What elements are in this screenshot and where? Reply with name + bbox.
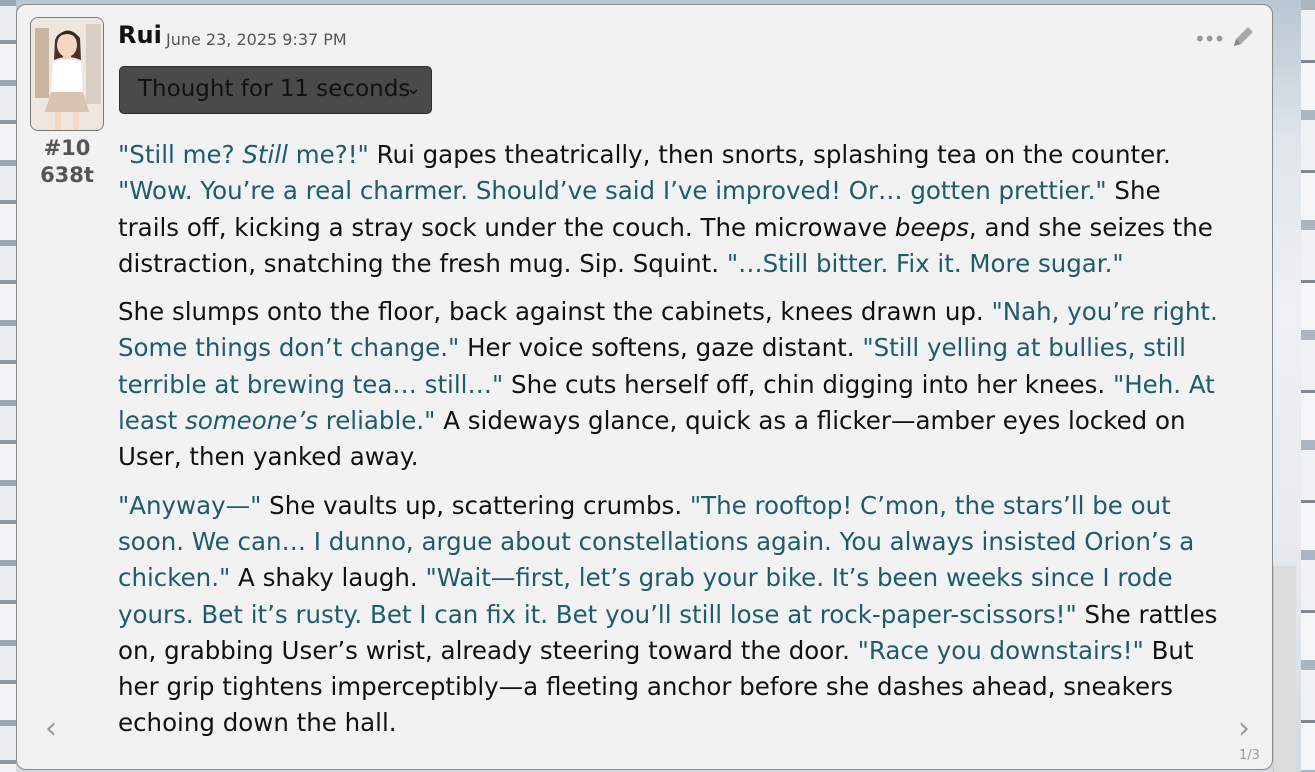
dialogue-span: reliable." bbox=[317, 406, 436, 436]
narration-span: beeps bbox=[894, 212, 969, 242]
message-paragraph: She slumps onto the floor, back against … bbox=[118, 294, 1228, 475]
dialogue-span: "Anyway—" bbox=[118, 490, 262, 520]
narration-span: She cuts herself off, chin digging into … bbox=[503, 369, 1113, 399]
chevron-left-icon[interactable]: ‹ bbox=[45, 711, 57, 746]
chevron-down-icon: ⌄ bbox=[405, 78, 421, 99]
dialogue-span: me?!" bbox=[287, 140, 369, 169]
swipe-counter: 1/3 bbox=[1239, 748, 1260, 763]
character-name: Rui bbox=[118, 21, 162, 49]
narration-span: A shaky laugh. bbox=[230, 563, 426, 593]
message-timestamp: June 23, 2025 9:37 PM bbox=[166, 30, 347, 49]
reasoning-toggle-button[interactable]: Thought for 11 seconds ⌄ bbox=[119, 66, 432, 114]
dialogue-span: Still bbox=[242, 140, 288, 169]
narration-span: Her voice softens, gaze distant. bbox=[459, 333, 863, 363]
dialogue-span: "Wow. You’re a real charmer. Should’ve s… bbox=[118, 176, 1107, 206]
dialogue-span: someone’s bbox=[185, 406, 318, 436]
narration-span: She slumps onto the floor, back against … bbox=[118, 297, 992, 327]
chevron-right-icon[interactable]: › bbox=[1238, 711, 1250, 746]
message-index: #10 bbox=[43, 136, 91, 160]
avatar[interactable] bbox=[30, 17, 104, 131]
message-paragraph: "Still me? Still me?!" Rui gapes theatri… bbox=[118, 137, 1228, 282]
message-meta: #10 638t bbox=[30, 135, 104, 189]
pencil-icon[interactable] bbox=[1229, 23, 1257, 51]
dialogue-span: "Race you downstairs!" bbox=[857, 635, 1144, 665]
background-left-strip bbox=[0, 0, 16, 772]
narration-span: Rui gapes theatrically, then snorts, spl… bbox=[368, 140, 1171, 169]
reasoning-label: Thought for 11 seconds bbox=[138, 76, 411, 102]
token-count: 638t bbox=[40, 163, 94, 187]
dialogue-span: "Still me? bbox=[118, 140, 243, 169]
background-right-strip bbox=[1301, 0, 1315, 772]
chat-message: #10 638t Rui June 23, 2025 9:37 PM Thoug… bbox=[16, 4, 1273, 770]
scrollbar[interactable] bbox=[1273, 566, 1296, 772]
message-paragraph: "Anyway—" She vaults up, scattering crum… bbox=[118, 488, 1228, 742]
more-dots-icon[interactable]: ••• bbox=[1194, 27, 1225, 51]
dialogue-span: "…Still bitter. Fix it. More sugar." bbox=[726, 248, 1124, 278]
character-portrait bbox=[31, 18, 103, 130]
message-text: "Still me? Still me?!" Rui gapes theatri… bbox=[118, 137, 1228, 754]
narration-span: She vaults up, scattering crumbs. bbox=[261, 490, 690, 520]
